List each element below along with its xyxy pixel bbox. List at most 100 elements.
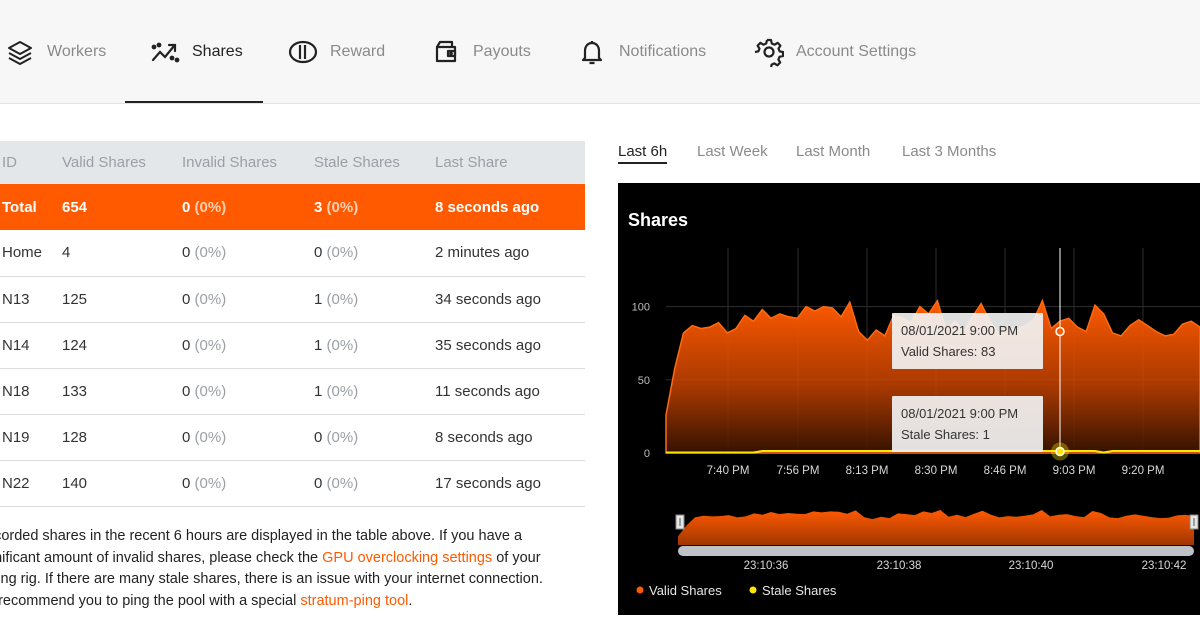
nav-reward[interactable]: Reward <box>288 0 385 104</box>
nav-workers[interactable]: Workers <box>5 0 106 104</box>
navigator-tick-label: 23:10:38 <box>877 560 922 572</box>
cell-stale: 3 (0%) <box>314 184 435 230</box>
cell-last-share: 11 seconds ago <box>435 368 585 415</box>
cell-stale: 0 (0%) <box>314 230 435 277</box>
nav-payouts-label: Payouts <box>473 43 531 60</box>
shares-info-note: ecorded shares in the recent 6 hours are… <box>0 526 586 612</box>
cell-invalid-value: 0 <box>182 474 191 492</box>
nav-account-settings[interactable]: Account Settings <box>754 0 916 104</box>
cell-id: Home <box>0 230 62 277</box>
nav-shares-label: Shares <box>192 43 243 60</box>
note-text: e recommend you to ping the pool with a … <box>0 592 301 609</box>
cell-last-share: 34 seconds ago <box>435 276 585 323</box>
tooltip-value: Valid Shares: 83 <box>901 344 995 359</box>
tab-last-week[interactable]: Last Week <box>697 143 768 160</box>
cell-valid: 128 <box>62 414 182 461</box>
cell-last-share: 17 seconds ago <box>435 460 585 507</box>
wallet-icon <box>431 37 461 67</box>
legend-marker <box>749 586 757 594</box>
x-tick-label: 8:30 PM <box>915 465 958 477</box>
cell-last-share: 8 seconds ago <box>435 184 585 230</box>
cell-last-share: 2 minutes ago <box>435 230 585 277</box>
legend-label: Stale Shares <box>762 583 837 598</box>
cell-stale-value: 3 <box>314 198 323 216</box>
table-row[interactable]: N22 140 0 (0%) 0 (0%) 17 seconds ago <box>0 460 585 507</box>
stratum-ping-link[interactable]: stratum-ping tool <box>300 593 408 609</box>
note-text: . <box>408 592 413 609</box>
tab-last-3-months[interactable]: Last 3 Months <box>902 143 996 160</box>
nav-notifications[interactable]: Notifications <box>577 0 706 104</box>
cell-stale-pct: (0%) <box>326 382 359 400</box>
shares-table: ID Valid Shares Invalid Shares Stale Sha… <box>0 141 585 507</box>
cell-invalid-pct: (0%) <box>194 198 227 216</box>
chart-navigator[interactable]: 23:10:36 23:10:38 23:10:40 23:10:42 <box>675 510 1199 572</box>
gear-icon <box>754 37 784 67</box>
cell-stale-value: 0 <box>314 244 323 262</box>
cell-id: Total <box>0 184 62 230</box>
cell-stale-value: 0 <box>314 428 323 446</box>
cell-invalid-pct: (0%) <box>194 382 227 400</box>
nav-notifications-label: Notifications <box>619 43 707 60</box>
nav-reward-label: Reward <box>330 43 386 60</box>
cell-invalid: 0 (0%) <box>182 322 314 369</box>
x-tick-label: 8:46 PM <box>984 465 1027 477</box>
cell-stale-pct: (0%) <box>326 474 359 492</box>
cell-invalid-value: 0 <box>182 382 191 400</box>
cell-id: N19 <box>0 414 62 461</box>
nav-payouts[interactable]: Payouts <box>431 0 531 104</box>
table-row[interactable]: N19 128 0 (0%) 0 (0%) 8 seconds ago <box>0 414 585 461</box>
bell-icon <box>577 37 607 67</box>
note-line: ecorded shares in the recent 6 hours are… <box>0 528 523 544</box>
note-text: of your <box>492 549 541 566</box>
cell-invalid-pct: (0%) <box>194 474 227 492</box>
shares-chart: Shares 0 50 100 7:40 PM 7:56 PM 8:13 PM 8:30 P… <box>618 183 1200 615</box>
tooltip-date: 08/01/2021 9:00 PM <box>901 323 1018 338</box>
cell-stale-value: 1 <box>314 382 323 400</box>
tab-last-month[interactable]: Last Month <box>796 143 870 160</box>
gpu-overclocking-link[interactable]: GPU overclocking settings <box>322 550 492 566</box>
x-tick-label: 7:56 PM <box>777 465 820 477</box>
cell-id: N22 <box>0 460 62 507</box>
cell-id: N18 <box>0 368 62 415</box>
tooltip-box <box>892 396 1043 452</box>
table-row[interactable]: N14 124 0 (0%) 1 (0%) 35 seconds ago <box>0 322 585 369</box>
cell-invalid: 0 (0%) <box>182 368 314 415</box>
table-row[interactable]: N13 125 0 (0%) 1 (0%) 34 seconds ago <box>0 276 585 323</box>
cell-stale-pct: (0%) <box>326 198 359 216</box>
navigator-tick-label: 23:10:36 <box>744 560 789 572</box>
tab-last-6h[interactable]: Last 6h <box>618 143 668 164</box>
note-line: ining rig. If there are many stale share… <box>0 571 543 587</box>
table-row[interactable]: Home 4 0 (0%) 0 (0%) 2 minutes ago <box>0 230 585 277</box>
header-invalid-shares[interactable]: Invalid Shares <box>182 141 314 184</box>
cell-invalid: 0 (0%) <box>182 230 314 277</box>
cell-stale: 1 (0%) <box>314 276 435 323</box>
cell-stale: 1 (0%) <box>314 322 435 369</box>
nav-shares[interactable]: Shares <box>150 0 243 104</box>
header-id[interactable]: ID <box>0 141 62 184</box>
header-valid-shares[interactable]: Valid Shares <box>62 141 182 184</box>
shares-chart-svg: Shares 0 50 100 7:40 PM 7:56 PM 8:13 PM 8:30 P… <box>628 210 1200 598</box>
layers-icon <box>5 37 35 67</box>
cell-invalid: 0 (0%) <box>182 276 314 323</box>
cell-valid: 125 <box>62 276 182 323</box>
legend-label: Valid Shares <box>649 583 722 598</box>
x-tick-label: 7:40 PM <box>707 465 750 477</box>
y-tick-label: 50 <box>638 375 650 387</box>
tooltip-date: 08/01/2021 9:00 PM <box>901 406 1018 421</box>
table-row[interactable]: N18 133 0 (0%) 1 (0%) 11 seconds ago <box>0 368 585 415</box>
cell-invalid-pct: (0%) <box>194 290 227 308</box>
cell-invalid-pct: (0%) <box>194 336 227 354</box>
navigator-tick-label: 23:10:40 <box>1009 560 1054 572</box>
cell-stale-value: 0 <box>314 474 323 492</box>
note-text: gnificant amount of invalid shares, plea… <box>0 549 323 566</box>
x-tick-label: 9:03 PM <box>1053 465 1096 477</box>
y-tick-label: 100 <box>632 302 650 314</box>
note-line: gnificant amount of invalid shares, plea… <box>0 548 586 570</box>
header-stale-shares[interactable]: Stale Shares <box>314 141 435 184</box>
cell-id: N14 <box>0 322 62 369</box>
navigator-tick-label: 23:10:42 <box>1142 560 1187 572</box>
navigator-scrollbar <box>678 546 1194 556</box>
header-last-share[interactable]: Last Share <box>435 141 585 184</box>
cell-valid: 124 <box>62 322 182 369</box>
x-tick-label: 9:20 PM <box>1122 465 1165 477</box>
